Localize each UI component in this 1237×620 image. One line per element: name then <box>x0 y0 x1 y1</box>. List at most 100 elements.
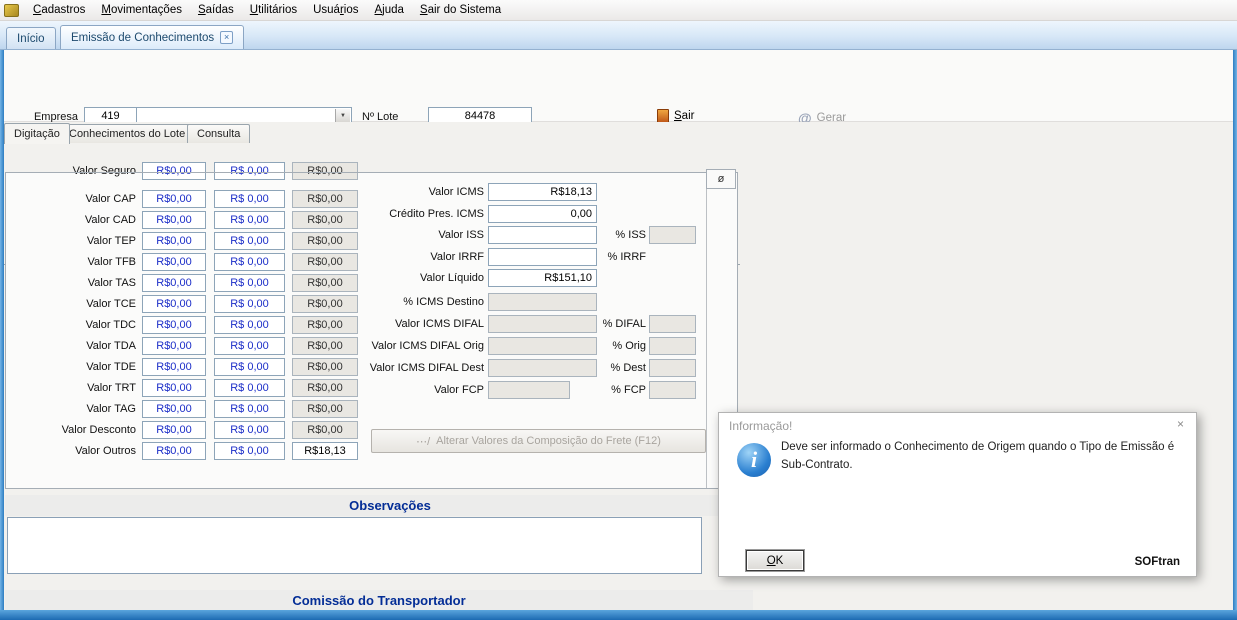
value-row-label: Valor Outros <box>6 445 136 457</box>
totals-label: Valor ICMS DIFAL <box>336 318 484 330</box>
side-tab-glyph: ø <box>718 173 725 185</box>
totals-label: % ICMS Destino <box>336 296 484 308</box>
value-row-label: Valor CAP <box>6 193 136 205</box>
alterar-valores-button[interactable]: ⋯/ Alterar Valores da Composição do Fret… <box>371 429 706 453</box>
header-panel: Empresa 419 ▼ Impressão Digitação com Im… <box>0 50 1237 122</box>
totals-label: Valor FCP <box>336 384 484 396</box>
totals-label: Valor Líquido <box>336 272 484 284</box>
totals-input[interactable]: 0,00 <box>488 205 597 223</box>
value-input-col1[interactable]: R$0,00 <box>142 211 206 229</box>
value-input-col1[interactable]: R$0,00 <box>142 379 206 397</box>
tab-close-icon[interactable]: × <box>220 31 233 44</box>
window-edge-bottom <box>0 610 1237 620</box>
menu-item-ajuda[interactable]: Ajuda <box>367 2 412 18</box>
value-input-col2[interactable]: R$ 0,00 <box>214 400 285 418</box>
value-input-col2[interactable]: R$ 0,00 <box>214 358 285 376</box>
dialog-close-icon[interactable]: × <box>1177 418 1184 430</box>
dialog-brand: SOFtran <box>1135 556 1180 568</box>
value-input-col2[interactable]: R$ 0,00 <box>214 379 285 397</box>
totals-label: Valor ICMS DIFAL Dest <box>336 362 484 374</box>
dialog-message: Deve ser informado o Conhecimento de Ori… <box>781 439 1177 475</box>
sair-button-label: Sair <box>674 110 694 122</box>
value-row-label: Valor TAS <box>6 277 136 289</box>
value-input-col1[interactable]: R$0,00 <box>142 316 206 334</box>
pct-input <box>649 226 696 244</box>
subtab-strip: Digitação Conhecimentos do Lote Consulta <box>0 122 1237 143</box>
value-input-col2[interactable]: R$ 0,00 <box>214 295 285 313</box>
tab-inicio[interactable]: Início <box>6 27 56 49</box>
value-input-col2[interactable]: R$ 0,00 <box>214 232 285 250</box>
totals-label: Crédito Pres. ICMS <box>336 208 484 220</box>
value-input-col1[interactable]: R$0,00 <box>142 274 206 292</box>
value-input-col2[interactable]: R$ 0,00 <box>214 211 285 229</box>
exit-door-icon <box>657 109 669 123</box>
app-window: Cadastros Movimentações Saídas Utilitári… <box>0 0 1237 620</box>
alterar-valores-label: Alterar Valores da Composição do Frete (… <box>436 435 661 447</box>
totals-input[interactable]: R$151,10 <box>488 269 597 287</box>
menu-item-saidas[interactable]: Saídas <box>190 2 242 18</box>
window-edge-right <box>1233 50 1237 620</box>
menu-item-usuarios[interactable]: Usuários <box>305 2 366 18</box>
menu-item-movimentacoes[interactable]: Movimentações <box>93 2 190 18</box>
value-row-label: Valor TDC <box>6 319 136 331</box>
value-input-col1[interactable]: R$0,00 <box>142 162 206 180</box>
panel-top-border <box>6 172 737 173</box>
value-display-col3: R$0,00 <box>292 421 358 439</box>
value-row-label-partial: Valor Seguro <box>6 165 136 177</box>
pct-label: % DIFAL <box>566 318 646 330</box>
observacoes-textarea[interactable] <box>7 517 702 574</box>
value-display-col3: R$0,00 <box>292 162 358 180</box>
value-input-col2[interactable]: R$ 0,00 <box>214 253 285 271</box>
value-row-label: Valor TCE <box>6 298 136 310</box>
window-edge-left <box>0 50 4 620</box>
panel-side-tab[interactable]: ø <box>706 169 736 189</box>
value-input-col1[interactable]: R$0,00 <box>142 421 206 439</box>
totals-input <box>488 381 570 399</box>
subtab-conhecimentos-do-lote[interactable]: Conhecimentos do Lote <box>59 124 195 143</box>
subtab-consulta-label: Consulta <box>197 128 240 140</box>
tab-emissao-label: Emissão de Conhecimentos <box>71 32 214 44</box>
value-input-col1[interactable]: R$0,00 <box>142 400 206 418</box>
totals-label: Valor ICMS DIFAL Orig <box>336 340 484 352</box>
menu-item-cadastros[interactable]: Cadastros <box>25 2 93 18</box>
pct-input <box>649 359 696 377</box>
menu-bar: Cadastros Movimentações Saídas Utilitári… <box>0 0 1237 21</box>
value-input-col1[interactable]: R$0,00 <box>142 190 206 208</box>
tab-emissao-conhecimentos[interactable]: Emissão de Conhecimentos × <box>60 25 244 49</box>
value-input-col1[interactable]: R$0,00 <box>142 337 206 355</box>
value-row-label: Valor TEP <box>6 235 136 247</box>
pct-input <box>649 337 696 355</box>
ok-button[interactable]: OK <box>746 550 804 571</box>
value-input-col2[interactable]: R$ 0,00 <box>214 274 285 292</box>
value-input-col2[interactable]: R$ 0,00 <box>214 162 285 180</box>
value-input-col1[interactable]: R$0,00 <box>142 295 206 313</box>
menu-item-utilitarios[interactable]: Utilitários <box>242 2 305 18</box>
value-input-col2[interactable]: R$ 0,00 <box>214 421 285 439</box>
value-input-col2[interactable]: R$ 0,00 <box>214 190 285 208</box>
value-input-col2[interactable]: R$ 0,00 <box>214 316 285 334</box>
pct-label: % Dest <box>566 362 646 374</box>
panel-inner-divider <box>706 173 707 488</box>
empresa-combo-dropdown-icon[interactable]: ▼ <box>335 109 350 123</box>
value-input-col2[interactable]: R$ 0,00 <box>214 442 285 460</box>
value-input-col1[interactable]: R$0,00 <box>142 232 206 250</box>
app-icon <box>4 4 19 17</box>
value-input-col2[interactable]: R$ 0,00 <box>214 337 285 355</box>
pct-label: % ISS <box>566 229 646 241</box>
value-row-label: Valor TAG <box>6 403 136 415</box>
subtab-consulta[interactable]: Consulta <box>187 124 250 143</box>
subtab-digitacao[interactable]: Digitação <box>4 123 70 144</box>
value-input-col1[interactable]: R$0,00 <box>142 442 206 460</box>
value-input-col1[interactable]: R$0,00 <box>142 253 206 271</box>
info-dialog: Informação! × i Deve ser informado o Con… <box>718 412 1197 577</box>
value-row-label: Valor TDE <box>6 361 136 373</box>
menu-item-sair-do-sistema[interactable]: Sair do Sistema <box>412 2 509 18</box>
dialog-title: Informação! <box>729 419 792 433</box>
totals-label: Valor ICMS <box>336 186 484 198</box>
value-input-col1[interactable]: R$0,00 <box>142 358 206 376</box>
observacoes-header: Observações <box>5 495 775 516</box>
pct-input <box>649 381 696 399</box>
totals-input[interactable]: R$18,13 <box>488 183 597 201</box>
sair-button[interactable]: Sair <box>657 109 694 123</box>
totals-input <box>488 293 597 311</box>
